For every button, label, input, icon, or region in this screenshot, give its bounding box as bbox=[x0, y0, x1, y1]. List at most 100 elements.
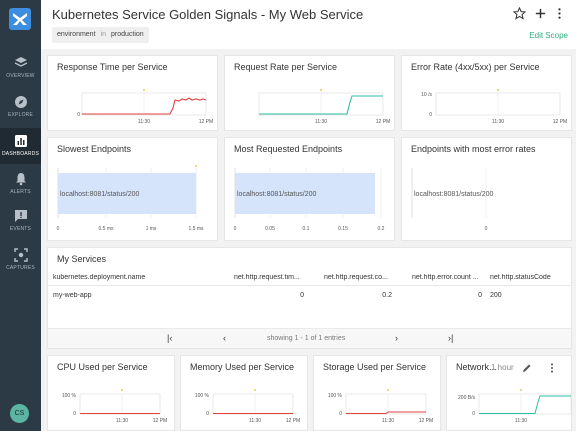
storage-series bbox=[346, 411, 426, 414]
table-cell: 200 bbox=[490, 292, 502, 299]
bar-label: localhost:8081/status/200 bbox=[414, 191, 493, 198]
y-tick: 0 bbox=[429, 112, 432, 118]
sidebar-item-label: EXPLORE bbox=[7, 112, 34, 118]
panel-network[interactable]: Network... 1 hour 200 B/s 0 11:30 bbox=[446, 355, 572, 431]
x-tick: 11:30 bbox=[315, 119, 327, 125]
x-tick: 11:30 bbox=[116, 418, 128, 424]
table-cell: 0 bbox=[478, 292, 482, 299]
x-tick: 0.15 bbox=[338, 226, 348, 232]
panel-request-rate[interactable]: Request Rate per Service 11:30 12 PM bbox=[224, 55, 395, 131]
panel-error-rate[interactable]: Error Rate (4xx/5xx) per Service 10 /s 0… bbox=[401, 55, 572, 131]
bell-icon bbox=[15, 173, 26, 186]
x-tick: 0 bbox=[485, 226, 488, 232]
x-tick: 1.5 ms bbox=[188, 226, 204, 232]
last-page-icon[interactable]: ›| bbox=[448, 333, 453, 343]
app-logo-icon[interactable] bbox=[8, 7, 32, 31]
sidebar-item-label: ALERTS bbox=[10, 189, 31, 195]
x-tick: 11:30 bbox=[249, 418, 261, 424]
sidebar-item-alerts[interactable]: ALERTS bbox=[0, 172, 41, 202]
x-tick: 11:30 bbox=[515, 418, 527, 424]
column-header[interactable]: net.http.statusCode bbox=[490, 274, 570, 281]
x-tick: 12 PM bbox=[199, 119, 213, 125]
scope-operator: in bbox=[100, 31, 106, 38]
panel-storage-used[interactable]: Storage Used per Service 100 % 0 11:30 1… bbox=[313, 355, 441, 431]
sidebar-item-events[interactable]: EVENTS bbox=[0, 209, 41, 239]
x-tick: 11:30 bbox=[138, 119, 150, 125]
sidebar-item-dashboards[interactable]: DASHBOARDS bbox=[0, 128, 41, 164]
panel-response-time[interactable]: Response Time per Service 0 11:30 12 PM bbox=[47, 55, 218, 131]
sidebar-item-label: CAPTURES bbox=[6, 265, 35, 271]
y-tick: 0 bbox=[73, 411, 76, 417]
panel-my-services[interactable]: My Services kubernetes.deployment.name n… bbox=[47, 247, 572, 349]
sidebar-item-overview[interactable]: OVERVIEW bbox=[0, 56, 41, 86]
next-page-icon[interactable]: › bbox=[395, 333, 398, 343]
x-tick: 0 bbox=[234, 226, 237, 232]
sidebar-item-label: EVENTS bbox=[9, 226, 32, 232]
panel-most-requested-endpoints[interactable]: Most Requested Endpoints localhost:8081/… bbox=[224, 137, 395, 241]
panel-memory-used[interactable]: Memory Used per Service 100 % 0 11:30 12… bbox=[180, 355, 308, 431]
response-time-chart: 0 11:30 12 PM bbox=[77, 89, 213, 125]
panel-slowest-endpoints[interactable]: Slowest Endpoints localhost:8081/status/… bbox=[47, 137, 218, 241]
panel-cpu-used[interactable]: CPU Used per Service 100 % 0 11:30 12 PM bbox=[47, 355, 175, 431]
table-row[interactable]: my-web-app 0 0.2 0 200 bbox=[48, 288, 571, 304]
x-tick: 11:30 bbox=[492, 119, 504, 125]
request-rate-chart: 11:30 12 PM bbox=[258, 89, 390, 125]
svg-text:0: 0 bbox=[77, 112, 80, 118]
table-cell: 0 bbox=[300, 292, 304, 299]
edit-scope-button[interactable]: Edit Scope bbox=[529, 31, 568, 40]
x-tick: 0.5 ms bbox=[98, 226, 114, 232]
y-tick: 0 bbox=[472, 411, 475, 417]
x-tick: 12 PM bbox=[553, 119, 567, 125]
message-alert-icon bbox=[14, 210, 27, 222]
sidebar-item-captures[interactable]: CAPTURES bbox=[0, 248, 41, 278]
memory-chart: 100 % 0 11:30 12 PM bbox=[195, 389, 300, 424]
y-tick: 100 % bbox=[328, 393, 343, 399]
x-tick: 0.1 bbox=[303, 226, 310, 232]
table-cell: 0.2 bbox=[382, 292, 392, 299]
table-cell: my-web-app bbox=[53, 292, 92, 299]
y-tick: 0 bbox=[339, 411, 342, 417]
compass-icon bbox=[14, 96, 27, 108]
network-series bbox=[479, 395, 571, 414]
x-tick: 1 ms bbox=[146, 226, 157, 232]
table-header: kubernetes.deployment.name net.http.requ… bbox=[48, 270, 571, 286]
page-title: Kubernetes Service Golden Signals - My W… bbox=[52, 7, 364, 22]
dashboard-header: Kubernetes Service Golden Signals - My W… bbox=[41, 0, 576, 49]
pagination-status: showing 1 - 1 of 1 entries bbox=[267, 335, 346, 342]
storage-chart: 100 % 0 11:30 12 PM bbox=[328, 389, 433, 424]
scope-value: production bbox=[110, 31, 144, 38]
column-header[interactable]: net.http.error.count ... bbox=[412, 274, 490, 281]
previous-page-icon[interactable]: ‹ bbox=[223, 333, 226, 343]
x-tick: 12 PM bbox=[153, 418, 167, 424]
cpu-chart: 100 % 0 11:30 12 PM bbox=[62, 389, 167, 424]
pagination-bar: |‹ ‹ showing 1 - 1 of 1 entries › ›| bbox=[48, 328, 571, 348]
scope-key: environment bbox=[57, 31, 96, 38]
x-tick: 0.2 bbox=[378, 226, 385, 232]
y-tick: 100 % bbox=[62, 393, 77, 399]
scope-filter[interactable]: environment in production bbox=[52, 27, 149, 43]
y-tick: 200 B/s bbox=[458, 395, 475, 401]
star-icon[interactable] bbox=[513, 7, 526, 20]
bar-label: localhost:8081/status/200 bbox=[237, 191, 316, 198]
add-icon[interactable] bbox=[534, 7, 547, 20]
column-header[interactable]: net.http.request.tim... bbox=[234, 274, 314, 281]
sidebar-item-label: DASHBOARDS bbox=[1, 151, 39, 157]
panel-endpoints-most-errors[interactable]: Endpoints with most error rates localhos… bbox=[401, 137, 572, 241]
sidebar-item-label: OVERVIEW bbox=[6, 73, 35, 79]
y-tick: 0 bbox=[206, 411, 209, 417]
more-vertical-icon[interactable] bbox=[553, 7, 566, 20]
slowest-endpoints-chart: localhost:8081/status/200 0 0.5 ms 1 ms … bbox=[57, 165, 204, 232]
bar-chart-icon bbox=[14, 135, 27, 147]
panel-title: My Services bbox=[57, 254, 107, 264]
column-header[interactable]: net.http.request.co... bbox=[324, 274, 404, 281]
x-tick: 12 PM bbox=[286, 418, 300, 424]
column-header[interactable]: kubernetes.deployment.name bbox=[53, 274, 223, 281]
error-rate-chart: 10 /s 0 11:30 12 PM bbox=[421, 89, 567, 125]
x-tick: 11:30 bbox=[382, 418, 394, 424]
sidebar: OVERVIEW EXPLORE DASHBOARDS ALERTS EVENT… bbox=[0, 0, 41, 431]
first-page-icon[interactable]: |‹ bbox=[167, 333, 172, 343]
most-requested-chart: localhost:8081/status/200 0 0.05 0.1 0.1… bbox=[234, 168, 385, 232]
avatar[interactable]: CS bbox=[10, 404, 29, 423]
x-tick: 12 PM bbox=[419, 418, 433, 424]
sidebar-item-explore[interactable]: EXPLORE bbox=[0, 95, 41, 125]
